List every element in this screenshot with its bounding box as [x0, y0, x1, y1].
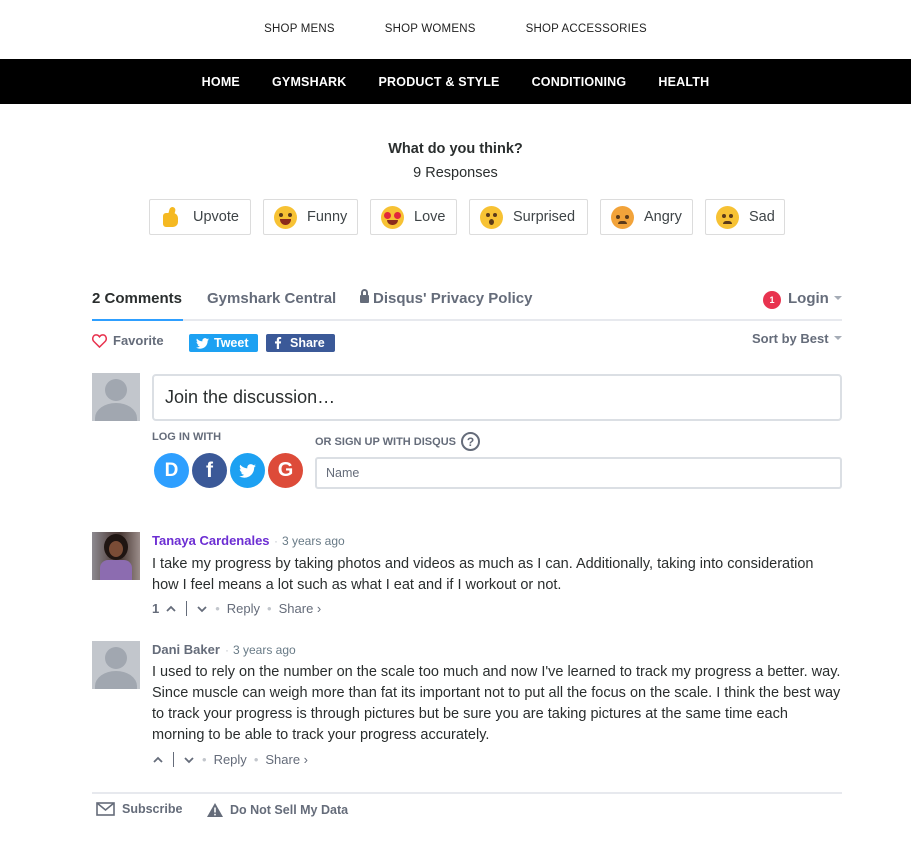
tab-privacy-label: Disqus' Privacy Policy: [373, 290, 533, 307]
reaction-label: Sad: [749, 209, 775, 225]
downvote-icon[interactable]: [196, 603, 208, 615]
tab-community[interactable]: Gymshark Central: [207, 290, 336, 307]
thumbs-up-icon: [160, 206, 183, 229]
commenter-avatar[interactable]: [92, 532, 140, 580]
disqus-login-button[interactable]: D: [154, 453, 189, 488]
downvote-icon[interactable]: [183, 754, 195, 766]
nav-gymshark[interactable]: GYMSHARK: [272, 75, 347, 89]
share-label: Share: [290, 336, 325, 350]
shop-womens-link[interactable]: SHOP WOMENS: [385, 23, 476, 37]
tweet-button[interactable]: Tweet: [189, 334, 258, 352]
reaction-label: Upvote: [193, 209, 239, 225]
comment-input[interactable]: Join the discussion…: [152, 374, 842, 421]
twitter-bird-icon: [196, 337, 209, 349]
name-field[interactable]: Name: [315, 457, 842, 489]
lock-icon: [360, 289, 369, 303]
google-icon: G: [277, 459, 294, 481]
google-login-button[interactable]: G: [268, 453, 303, 488]
comment-time: 3 years ago: [282, 534, 345, 548]
shop-nav: SHOP MENS SHOP WOMENS SHOP ACCESSORIES: [0, 0, 911, 59]
disqus-icon: D: [164, 459, 179, 481]
divider: [173, 752, 174, 767]
divider: [186, 601, 188, 616]
subscribe-label: Subscribe: [122, 802, 183, 816]
upvote-icon[interactable]: [152, 754, 164, 766]
facebook-icon: f: [206, 458, 213, 482]
reply-link[interactable]: Reply: [227, 601, 260, 616]
upvote-icon[interactable]: [165, 603, 177, 615]
heart-outline-icon: [92, 333, 107, 348]
reaction-label: Surprised: [513, 209, 576, 225]
reaction-love-button[interactable]: Love: [370, 199, 457, 235]
reaction-surprised-button[interactable]: Surprised: [469, 199, 588, 235]
reaction-label: Funny: [307, 209, 348, 225]
tab-community-label: Gymshark Central: [207, 290, 337, 307]
help-icon[interactable]: ?: [461, 432, 480, 451]
sign-up-label: OR SIGN UP WITH DISQUS: [315, 436, 456, 448]
reaction-label: Angry: [644, 209, 682, 225]
nav-home[interactable]: HOME: [202, 75, 240, 89]
shop-accessories-link[interactable]: SHOP ACCESSORIES: [526, 23, 647, 37]
share-link[interactable]: Share ›: [265, 752, 308, 767]
angry-face-icon: [611, 205, 634, 229]
favorite-button[interactable]: Favorite: [92, 333, 164, 348]
nav-product-style[interactable]: PRODUCT & STYLE: [379, 75, 500, 89]
envelope-icon: [96, 802, 115, 816]
login-label: Login: [788, 290, 829, 307]
tab-comments-label: 2 Comments: [92, 290, 183, 307]
laughing-face-icon: [274, 205, 297, 229]
facebook-share-button[interactable]: Share: [266, 334, 335, 352]
favorite-label: Favorite: [113, 333, 164, 348]
tweet-label: Tweet: [214, 336, 249, 350]
login-dropdown[interactable]: Login: [788, 290, 842, 307]
tab-privacy-policy[interactable]: Disqus' Privacy Policy: [360, 289, 533, 307]
reaction-funny-button[interactable]: Funny: [263, 199, 358, 235]
twitter-login-button[interactable]: [230, 453, 265, 488]
comment-actions: • Reply • Share ›: [152, 752, 308, 767]
heart-eyes-face-icon: [381, 205, 404, 229]
sort-label: Sort by Best: [752, 331, 829, 346]
disqus-tab-bar: 2 Comments Gymshark Central Disqus' Priv…: [92, 289, 842, 321]
comment-timestamp[interactable]: · 3 years ago: [225, 643, 296, 657]
default-avatar: [92, 373, 140, 421]
reaction-sad-button[interactable]: Sad: [705, 199, 785, 235]
reactions-count: 9 Responses: [413, 165, 498, 181]
tab-comments[interactable]: 2 Comments: [92, 290, 182, 307]
reply-link[interactable]: Reply: [214, 752, 247, 767]
comment-time: 3 years ago: [233, 643, 296, 657]
chevron-down-icon: [833, 296, 842, 300]
reaction-label: Love: [414, 209, 446, 225]
facebook-f-icon: [275, 337, 282, 349]
comment-author[interactable]: Tanaya Cardenales: [152, 533, 270, 548]
notification-badge[interactable]: 1: [763, 291, 781, 309]
do-not-sell-link[interactable]: Do Not Sell My Data: [206, 802, 348, 818]
active-tab-indicator: [92, 319, 183, 321]
reaction-upvote-button[interactable]: Upvote: [149, 199, 251, 235]
comment-timestamp[interactable]: · 3 years ago: [274, 534, 345, 548]
footer-divider: [92, 792, 842, 794]
sad-face-icon: [716, 205, 739, 229]
warning-icon: [207, 803, 223, 817]
comment-actions: 1 • Reply • Share ›: [152, 601, 322, 616]
comment-body: I take my progress by taking photos and …: [152, 556, 814, 593]
reactions-title: What do you think?: [388, 141, 523, 157]
nav-health[interactable]: HEALTH: [658, 75, 709, 89]
default-avatar[interactable]: [92, 641, 140, 689]
main-nav: HOME GYMSHARK PRODUCT & STYLE CONDITIONI…: [0, 59, 911, 104]
subscribe-link[interactable]: Subscribe: [96, 802, 182, 816]
nav-conditioning[interactable]: CONDITIONING: [532, 75, 627, 89]
log-in-with-label: LOG IN WITH: [152, 431, 222, 443]
shop-mens-link[interactable]: SHOP MENS: [264, 23, 335, 37]
comment-body: I used to rely on the number on the scal…: [152, 664, 841, 743]
share-link[interactable]: Share ›: [279, 601, 322, 616]
reaction-angry-button[interactable]: Angry: [600, 199, 693, 235]
do-not-sell-label: Do Not Sell My Data: [230, 803, 349, 817]
twitter-icon: [239, 463, 256, 478]
vote-count: 1: [152, 601, 160, 616]
comment-author[interactable]: Dani Baker: [152, 642, 220, 657]
sort-dropdown[interactable]: Sort by Best: [752, 331, 842, 346]
surprised-face-icon: [480, 205, 503, 229]
chevron-down-icon: [833, 336, 842, 340]
facebook-login-button[interactable]: f: [192, 453, 227, 488]
